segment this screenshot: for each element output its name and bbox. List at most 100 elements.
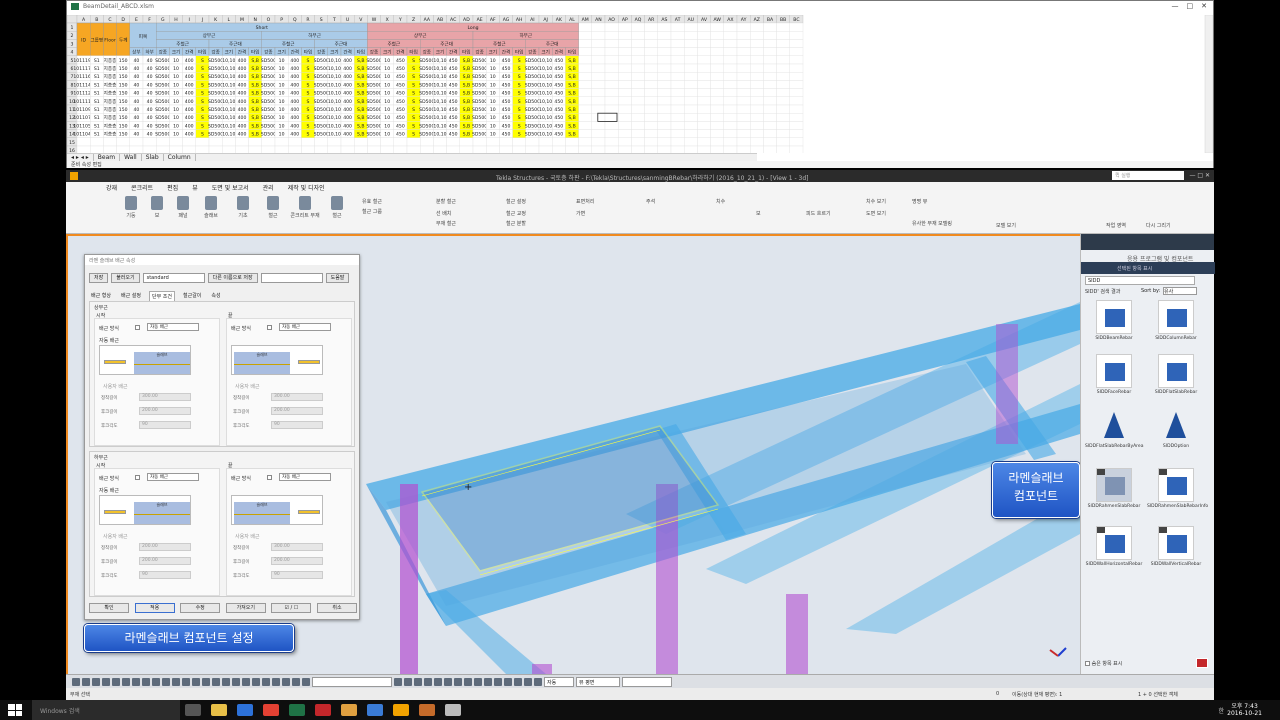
cell[interactable]	[789, 104, 804, 114]
cell[interactable]	[380, 145, 395, 153]
cell[interactable]	[578, 63, 593, 73]
snap-icon[interactable]	[514, 677, 522, 686]
cell[interactable]	[763, 47, 777, 56]
cell[interactable]	[763, 112, 777, 122]
cell[interactable]	[631, 96, 645, 106]
cell[interactable]	[142, 145, 157, 153]
cell[interactable]	[644, 88, 658, 97]
cell[interactable]	[750, 63, 764, 73]
cell[interactable]	[736, 137, 751, 147]
cell[interactable]	[604, 72, 619, 81]
ribbon-item[interactable]: 가변	[576, 210, 585, 217]
hook-checkbox[interactable]	[135, 475, 140, 480]
snap-icon[interactable]	[474, 677, 482, 686]
cell[interactable]	[670, 47, 685, 56]
snap-icon[interactable]	[464, 677, 472, 686]
cell[interactable]	[710, 88, 724, 97]
cell[interactable]	[578, 55, 593, 65]
cell[interactable]	[657, 121, 672, 130]
cell[interactable]	[670, 63, 685, 73]
cell[interactable]	[618, 88, 632, 97]
cell[interactable]	[750, 39, 764, 48]
snap-icon[interactable]	[272, 677, 280, 686]
select-icon[interactable]	[72, 677, 80, 686]
catalog-close-icon[interactable]	[1196, 658, 1208, 668]
cell[interactable]	[195, 145, 210, 153]
cell[interactable]	[776, 137, 790, 147]
cell[interactable]	[512, 145, 527, 153]
toggle-all-button[interactable]: ☑ / ☐	[271, 603, 312, 613]
cell[interactable]	[169, 137, 183, 147]
cell[interactable]	[657, 104, 672, 114]
cell[interactable]	[631, 22, 645, 32]
component-item[interactable]: SIDDOption	[1147, 408, 1205, 449]
cell[interactable]	[657, 47, 672, 56]
app-icon[interactable]	[419, 704, 435, 716]
cell[interactable]	[697, 63, 711, 73]
cell[interactable]	[486, 145, 500, 153]
cell[interactable]	[710, 137, 724, 147]
cell[interactable]	[525, 137, 540, 147]
cell[interactable]	[367, 137, 381, 147]
cell[interactable]	[631, 55, 645, 65]
cell[interactable]	[710, 72, 724, 81]
cell[interactable]	[776, 80, 790, 89]
ok-button[interactable]: 확인	[89, 603, 129, 613]
cell[interactable]	[644, 104, 658, 114]
cell[interactable]	[618, 31, 632, 40]
cell[interactable]	[789, 88, 804, 97]
cell[interactable]	[723, 63, 738, 73]
ribbon-item[interactable]: 유효 철근	[362, 198, 382, 205]
cell[interactable]	[499, 137, 513, 147]
cell[interactable]	[644, 137, 658, 147]
cell[interactable]	[789, 121, 804, 130]
cell[interactable]	[750, 96, 764, 106]
tekla-app-icon[interactable]	[393, 704, 409, 716]
tray-lang[interactable]: 한	[1218, 706, 1224, 715]
cell[interactable]	[591, 104, 606, 114]
cell[interactable]	[618, 39, 632, 48]
cell[interactable]	[750, 22, 764, 32]
cell[interactable]	[697, 72, 711, 81]
cell[interactable]	[129, 145, 144, 153]
beam-button[interactable]: 보	[146, 196, 168, 219]
cell[interactable]	[736, 31, 751, 40]
cell[interactable]	[472, 137, 487, 147]
cell[interactable]	[486, 137, 500, 147]
cell[interactable]	[604, 55, 619, 65]
cell[interactable]	[591, 96, 606, 106]
sheet-nav-arrows[interactable]: ◂ ▸ ◂ ▸	[67, 154, 94, 161]
cell[interactable]	[618, 129, 632, 138]
cell[interactable]	[591, 22, 606, 32]
save-button[interactable]: 저장	[89, 273, 109, 283]
cell[interactable]	[736, 55, 751, 65]
cell[interactable]	[763, 55, 777, 65]
cell[interactable]	[644, 39, 658, 48]
app-icon[interactable]	[341, 704, 357, 716]
cell[interactable]	[723, 80, 738, 89]
cell[interactable]	[789, 55, 804, 65]
cell[interactable]	[604, 137, 619, 147]
cell[interactable]	[604, 22, 619, 32]
cell[interactable]	[736, 47, 751, 56]
cell[interactable]	[221, 137, 236, 147]
apply-button[interactable]: 적용	[134, 603, 175, 613]
cell[interactable]	[697, 104, 711, 114]
ribbon-item[interactable]: 철근 분할	[506, 220, 526, 227]
cell[interactable]	[697, 88, 711, 97]
cell[interactable]	[763, 145, 777, 153]
cell[interactable]	[591, 47, 606, 56]
cell[interactable]	[736, 22, 751, 32]
windows-start-icon[interactable]	[8, 704, 22, 716]
cell[interactable]	[750, 112, 764, 122]
cell[interactable]	[314, 145, 329, 153]
cell[interactable]	[657, 39, 672, 48]
cell[interactable]	[644, 72, 658, 81]
cell[interactable]	[763, 137, 777, 147]
select-icon[interactable]	[82, 677, 90, 686]
save-as-name-input[interactable]	[260, 273, 323, 283]
tab-end-conditions[interactable]: 단부 조건	[149, 291, 175, 301]
cell[interactable]	[670, 104, 685, 114]
cell[interactable]	[736, 39, 751, 48]
cell[interactable]	[393, 145, 408, 153]
